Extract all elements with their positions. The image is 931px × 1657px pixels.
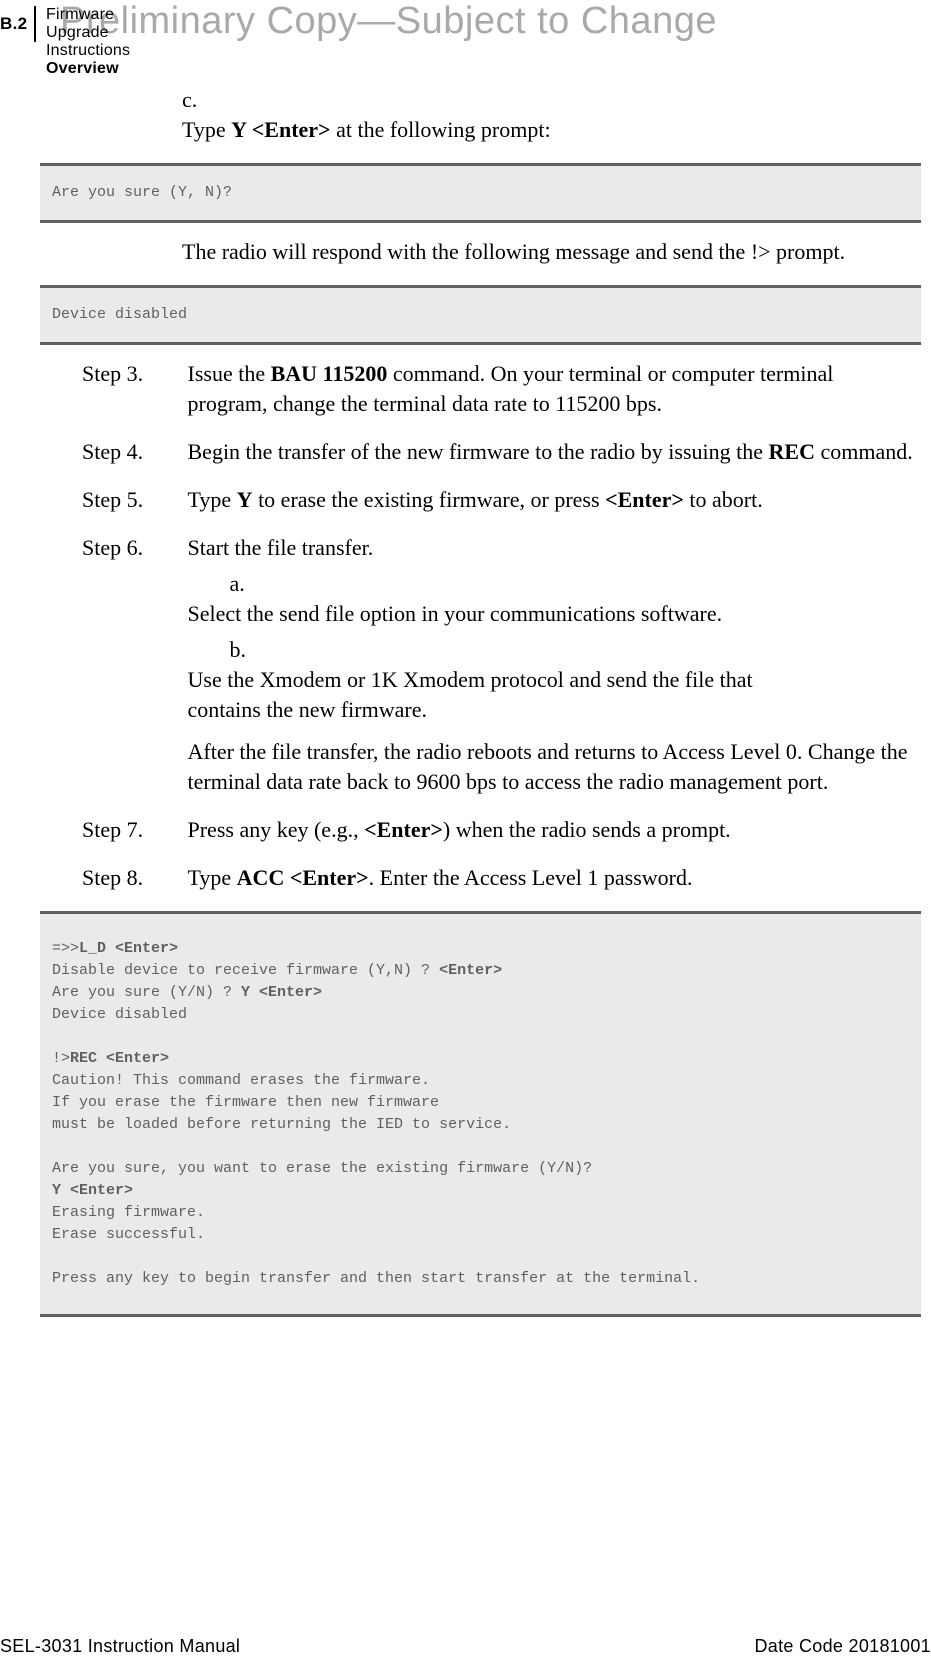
substep-c-text: Type Y <Enter> at the following prompt:	[182, 115, 871, 145]
code3-l5a: !>	[52, 1050, 70, 1067]
code3-l8: must be loaded before returning the IED …	[52, 1116, 511, 1133]
code3-b3: Y <Enter>	[241, 984, 322, 1001]
code-block-3-text: =>>L_D <Enter> Disable device to receive…	[52, 938, 909, 1290]
code3-l3a: Are you sure (Y/N) ?	[52, 984, 241, 1001]
step-4: Step 4. Begin the transfer of the new fi…	[40, 437, 921, 467]
footer-right: Date Code 20181001	[754, 1636, 931, 1657]
step-7: Step 7. Press any key (e.g., <Enter>) wh…	[40, 815, 921, 845]
step-3-text1: Issue the	[188, 361, 271, 386]
step-5-text1: Type	[188, 487, 237, 512]
step-4-bold1: REC	[769, 439, 815, 464]
step-6-subs: a. Select the send file option in your c…	[188, 569, 919, 725]
code3-l4: Device disabled	[52, 1006, 187, 1023]
step-8: Step 8. Type ACC <Enter>. Enter the Acce…	[40, 863, 921, 893]
step-5: Step 5. Type Y to erase the existing fir…	[40, 485, 921, 515]
code3-l9: Are you sure, you want to erase the exis…	[52, 1160, 592, 1177]
step-4-text2: command.	[815, 439, 913, 464]
step-8-text1: Type	[188, 865, 237, 890]
code-block-1-text: Are you sure (Y, N)?	[52, 182, 909, 204]
step-5-bold2: <Enter>	[605, 487, 684, 512]
step-5-bold1: Y	[237, 487, 253, 512]
code-block-2-text: Device disabled	[52, 304, 909, 326]
step-6-label: Step 6.	[82, 533, 182, 563]
code3-p1: =>>	[52, 940, 79, 957]
step-7-label: Step 7.	[82, 815, 182, 845]
step-7-text2: ) when the radio sends a prompt.	[443, 817, 731, 842]
step-6: Step 6. Start the file transfer. a. Sele…	[40, 533, 921, 797]
step-6-sub-b: b. Use the Xmodem or 1K Xmodem protocol …	[188, 635, 919, 725]
substep-c-prefix: Type	[182, 117, 231, 142]
step-7-bold1: <Enter>	[364, 817, 443, 842]
watermark-text: Preliminary Copy—Subject to Change	[60, 0, 931, 43]
step-3: Step 3. Issue the BAU 115200 command. On…	[40, 359, 921, 419]
substep-c-suffix: at the following prompt:	[331, 117, 551, 142]
step-3-label: Step 3.	[82, 359, 182, 389]
step-4-body: Begin the transfer of the new firmware t…	[188, 437, 919, 467]
step-5-body: Type Y to erase the existing firmware, o…	[188, 485, 919, 515]
step-5-text2: to erase the existing firmware, or press	[253, 487, 606, 512]
code3-b5: REC <Enter>	[70, 1050, 169, 1067]
step-6-after: After the file transfer, the radio reboo…	[188, 737, 919, 797]
step-6-sub-a: a. Select the send file option in your c…	[188, 569, 919, 629]
page-header: Preliminary Copy—Subject to Change B.2 F…	[0, 0, 931, 50]
code-block-1: Are you sure (Y, N)?	[40, 163, 921, 223]
code3-l11: Erasing firmware.	[52, 1204, 205, 1221]
step-6-text1: Start the file transfer.	[188, 535, 374, 560]
code3-b10: Y <Enter>	[52, 1182, 133, 1199]
code3-l12: Erase successful.	[52, 1226, 205, 1243]
step-6-sub-b-text: Use the Xmodem or 1K Xmodem protocol and…	[188, 665, 827, 725]
code-block-3: =>>L_D <Enter> Disable device to receive…	[40, 911, 921, 1317]
step-6-sub-a-letter: a.	[230, 569, 276, 599]
substep-c: c. Type Y <Enter> at the following promp…	[182, 85, 921, 145]
header-titles: Firmware Upgrade Instructions Overview	[46, 6, 130, 78]
step-6-sub-a-text: Select the send file option in your comm…	[188, 599, 827, 629]
step-5-text3: to abort.	[684, 487, 763, 512]
code3-b2: <Enter>	[439, 962, 502, 979]
step-3-bold1: BAU 115200	[271, 361, 388, 386]
page-content: c. Type Y <Enter> at the following promp…	[40, 85, 921, 1331]
header-divider	[34, 6, 36, 42]
footer-left: SEL-3031 Instruction Manual	[0, 1636, 240, 1657]
step-8-label: Step 8.	[82, 863, 182, 893]
code3-b1: L_D <Enter>	[79, 940, 178, 957]
code3-l2a: Disable device to receive firmware (Y,N)…	[52, 962, 439, 979]
step-4-label: Step 4.	[82, 437, 182, 467]
step-6-sub-b-letter: b.	[230, 635, 276, 665]
code-block-2: Device disabled	[40, 285, 921, 345]
code3-l13: Press any key to begin transfer and then…	[52, 1270, 700, 1287]
step-4-text1: Begin the transfer of the new firmware t…	[188, 439, 769, 464]
step-8-text2: . Enter the Access Level 1 password.	[369, 865, 693, 890]
paragraph-1: The radio will respond with the followin…	[182, 237, 921, 267]
step-6-body: Start the file transfer. a. Select the s…	[188, 533, 919, 797]
step-5-label: Step 5.	[82, 485, 182, 515]
code3-l7: If you erase the firmware then new firmw…	[52, 1094, 439, 1111]
header-title-line2: Overview	[46, 60, 130, 78]
step-8-bold1: ACC <Enter>	[237, 865, 369, 890]
page: Preliminary Copy—Subject to Change B.2 F…	[0, 0, 931, 1642]
substep-c-letter: c.	[182, 85, 228, 115]
substep-c-bold: Y <Enter>	[231, 117, 330, 142]
header-title-line1: Firmware Upgrade Instructions	[46, 6, 130, 60]
step-7-text1: Press any key (e.g.,	[188, 817, 365, 842]
code3-l6: Caution! This command erases the firmwar…	[52, 1072, 430, 1089]
step-8-body: Type ACC <Enter>. Enter the Access Level…	[188, 863, 919, 893]
step-7-body: Press any key (e.g., <Enter>) when the r…	[188, 815, 919, 845]
step-3-body: Issue the BAU 115200 command. On your te…	[188, 359, 919, 419]
page-number: B.2	[0, 14, 27, 34]
